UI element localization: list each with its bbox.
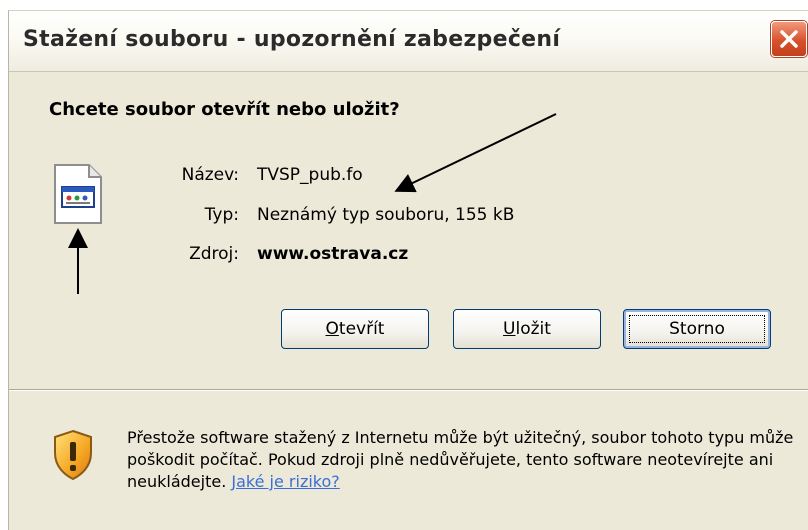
shield-warning-icon [51,429,95,485]
title-bar[interactable]: Stažení souboru - upozornění zabezpečení [9,11,808,72]
security-warning-dialog: Stažení souboru - upozornění zabezpečení… [8,10,808,530]
save-button[interactable]: Uložit [453,309,601,349]
separator-highlight [9,390,808,391]
risk-link[interactable]: Jaké je riziko? [231,472,339,491]
name-value: TVSP_pub.fo [257,165,363,185]
name-label: Název: [181,165,239,185]
open-button-label: Otevřít [325,319,385,339]
cancel-button[interactable]: Storno [623,309,771,349]
security-warning-text: Přestože software stažený z Internetu mů… [127,427,807,493]
source-value: www.ostrava.cz [257,244,409,264]
save-button-label: Uložit [503,319,551,339]
source-label: Zdroj: [189,244,239,264]
focus-rectangle [629,315,765,343]
type-value: Neznámý typ souboru, 155 kB [257,205,515,225]
close-button[interactable] [771,21,807,57]
dialog-question: Chcete soubor otevřít nebo uložit? [49,99,400,120]
type-label: Typ: [204,205,239,225]
window-title: Stažení souboru - upozornění zabezpečení [23,27,561,52]
close-icon [780,30,798,48]
open-button[interactable]: Otevřít [281,309,429,349]
file-icon [53,163,103,229]
warning-message: Přestože software stažený z Internetu mů… [127,428,794,491]
